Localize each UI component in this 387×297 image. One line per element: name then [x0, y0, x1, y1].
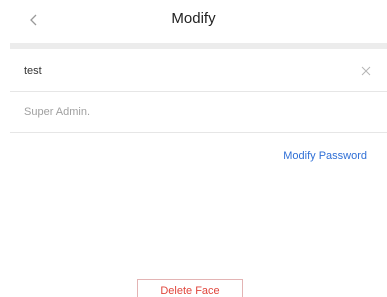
close-icon: [361, 66, 371, 76]
clear-button[interactable]: [359, 64, 373, 78]
delete-face-button[interactable]: Delete Face: [137, 279, 243, 297]
role-row: Super Admin.: [10, 93, 387, 133]
modify-user-screen: Modify Super Admin. Modify Password Dele…: [0, 0, 387, 297]
name-input[interactable]: [24, 50, 324, 92]
modify-password-link[interactable]: Modify Password: [283, 150, 367, 162]
header-bar: Modify: [0, 0, 387, 40]
role-label: Super Admin.: [24, 106, 91, 118]
page-title: Modify: [171, 10, 216, 27]
header-divider: [10, 43, 387, 49]
name-row: [10, 50, 387, 92]
